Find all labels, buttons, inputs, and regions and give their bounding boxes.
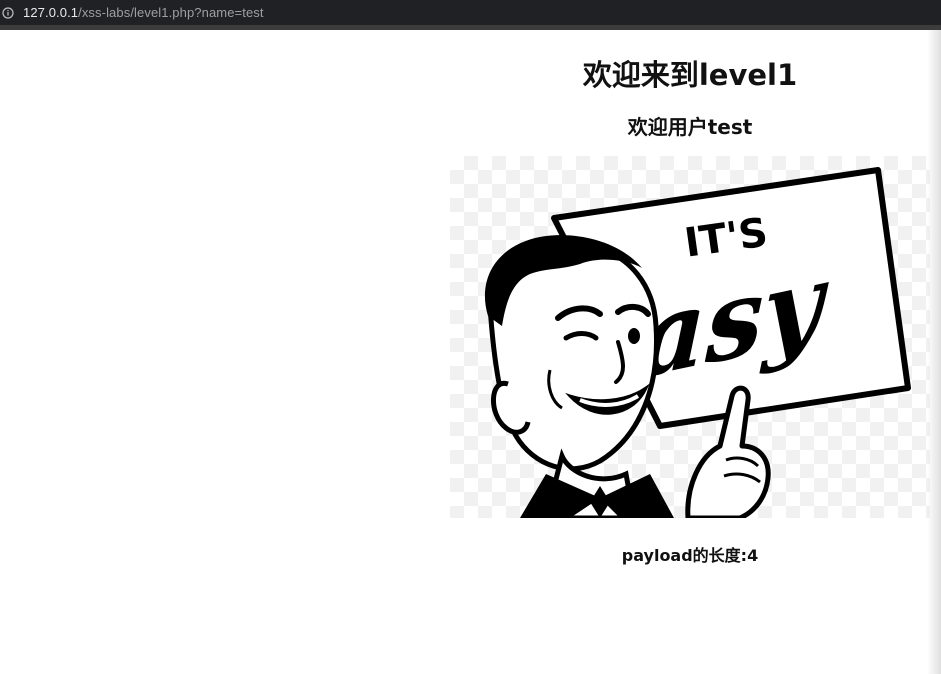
url-text[interactable]: 127.0.0.1/xss-labs/level1.php?name=test	[23, 5, 264, 20]
info-icon[interactable]	[2, 6, 14, 19]
browser-address-bar[interactable]: 127.0.0.1/xss-labs/level1.php?name=test	[0, 0, 941, 25]
cartoon-man-pointing-at-sign: IT'S Easy	[484, 167, 911, 518]
its-easy-image: IT'S Easy	[450, 156, 930, 518]
url-path: /xss-labs/level1.php?name=test	[78, 5, 264, 20]
payload-length-text: payload的长度:4	[621, 546, 759, 565]
scrollbar-shadow	[927, 30, 941, 674]
url-host: 127.0.0.1	[23, 5, 79, 20]
page-content: 欢迎来到level1 欢迎用户test IT'S Easy payload的长度…	[0, 30, 941, 674]
page-title: 欢迎来到level1	[582, 58, 798, 92]
welcome-user-heading: 欢迎用户test	[627, 115, 753, 139]
